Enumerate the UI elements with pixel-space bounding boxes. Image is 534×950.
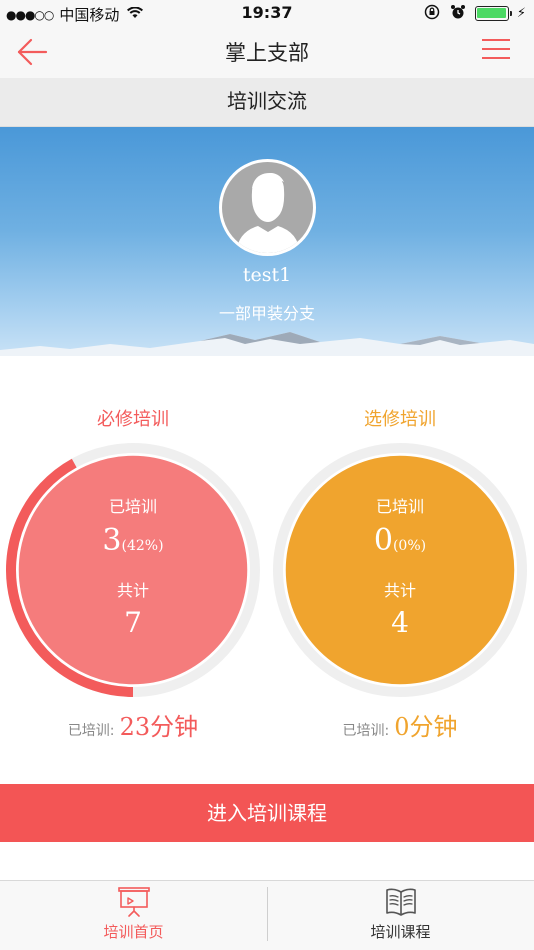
required-duration-label: 已培训: xyxy=(67,723,115,739)
elective-training-title: 选修培训 xyxy=(364,409,436,430)
required-trained-count: 3 xyxy=(102,523,122,558)
elective-training-card[interactable]: 选修培训 已培训 0(0%) 共计 4 已培训: 0分钟 xyxy=(273,405,527,742)
required-gauge-fill xyxy=(17,454,249,686)
menu-button[interactable] xyxy=(482,39,510,65)
enter-training-course-button[interactable]: 进入培训课程 xyxy=(0,784,534,842)
elective-total-label: 共计 xyxy=(383,581,416,600)
user-silhouette-icon xyxy=(222,162,313,253)
tab-bar: 培训首页 培训课程 xyxy=(0,880,534,950)
open-book-icon xyxy=(386,888,416,916)
required-trained-percent: (42%) xyxy=(121,538,164,554)
avatar[interactable] xyxy=(219,159,316,256)
page-title: 掌上支部 xyxy=(225,41,309,65)
charging-bolt-icon: ⚡ xyxy=(516,5,526,21)
required-duration: 已培训: 23分钟 xyxy=(6,707,260,742)
elective-duration-label: 已培训: xyxy=(342,723,390,739)
tab-training-home[interactable]: 培训首页 xyxy=(0,881,267,950)
elective-trained-count: 0 xyxy=(373,523,393,558)
username: test1 xyxy=(242,264,292,286)
elective-total-value: 4 xyxy=(391,606,409,639)
battery-icon xyxy=(474,5,512,21)
required-total-value: 7 xyxy=(124,606,142,639)
required-trained-value: 3(42%) xyxy=(6,523,260,558)
menu-icon-line xyxy=(482,57,510,59)
branch-name: 一部甲装分支 xyxy=(218,304,315,323)
status-right: ⚡ xyxy=(423,4,526,22)
mountains-background xyxy=(0,332,534,356)
elective-duration-value: 0分钟 xyxy=(394,713,458,741)
required-gauge: 已培训 3(42%) 共计 7 xyxy=(6,443,260,697)
tab-training-course-label: 培训课程 xyxy=(370,923,431,941)
elective-gauge-fill xyxy=(284,454,516,686)
elective-trained-label: 已培训 xyxy=(375,497,424,516)
elective-trained-value: 0(0%) xyxy=(273,523,527,558)
required-training-title: 必修培训 xyxy=(97,409,169,430)
profile-hero: test1 一部甲装分支 xyxy=(0,127,534,356)
presentation-board-icon xyxy=(118,887,150,917)
required-total-label: 共计 xyxy=(116,581,149,600)
menu-icon xyxy=(482,39,510,41)
nav-bar: 掌上支部 xyxy=(0,27,534,78)
required-training-card[interactable]: 必修培训 已培训 3(42%) 共计 7 已培训: 23分钟 xyxy=(6,405,260,742)
tab-training-course[interactable]: 培训课程 xyxy=(267,881,534,950)
rotation-lock-icon xyxy=(423,4,441,22)
elective-gauge: 已培训 0(0%) 共计 4 xyxy=(273,443,527,697)
menu-icon-line xyxy=(482,48,510,50)
tab-training-home-label: 培训首页 xyxy=(103,923,164,941)
section-header: 培训交流 xyxy=(0,78,534,127)
required-trained-label: 已培训 xyxy=(108,497,157,516)
required-duration-value: 23分钟 xyxy=(119,713,199,741)
elective-trained-percent: (0%) xyxy=(392,538,427,554)
alarm-icon xyxy=(449,4,467,22)
elective-duration: 已培训: 0分钟 xyxy=(273,707,527,742)
status-bar: ●●●○○ 中国移动 19:37 ⚡ xyxy=(0,0,534,27)
